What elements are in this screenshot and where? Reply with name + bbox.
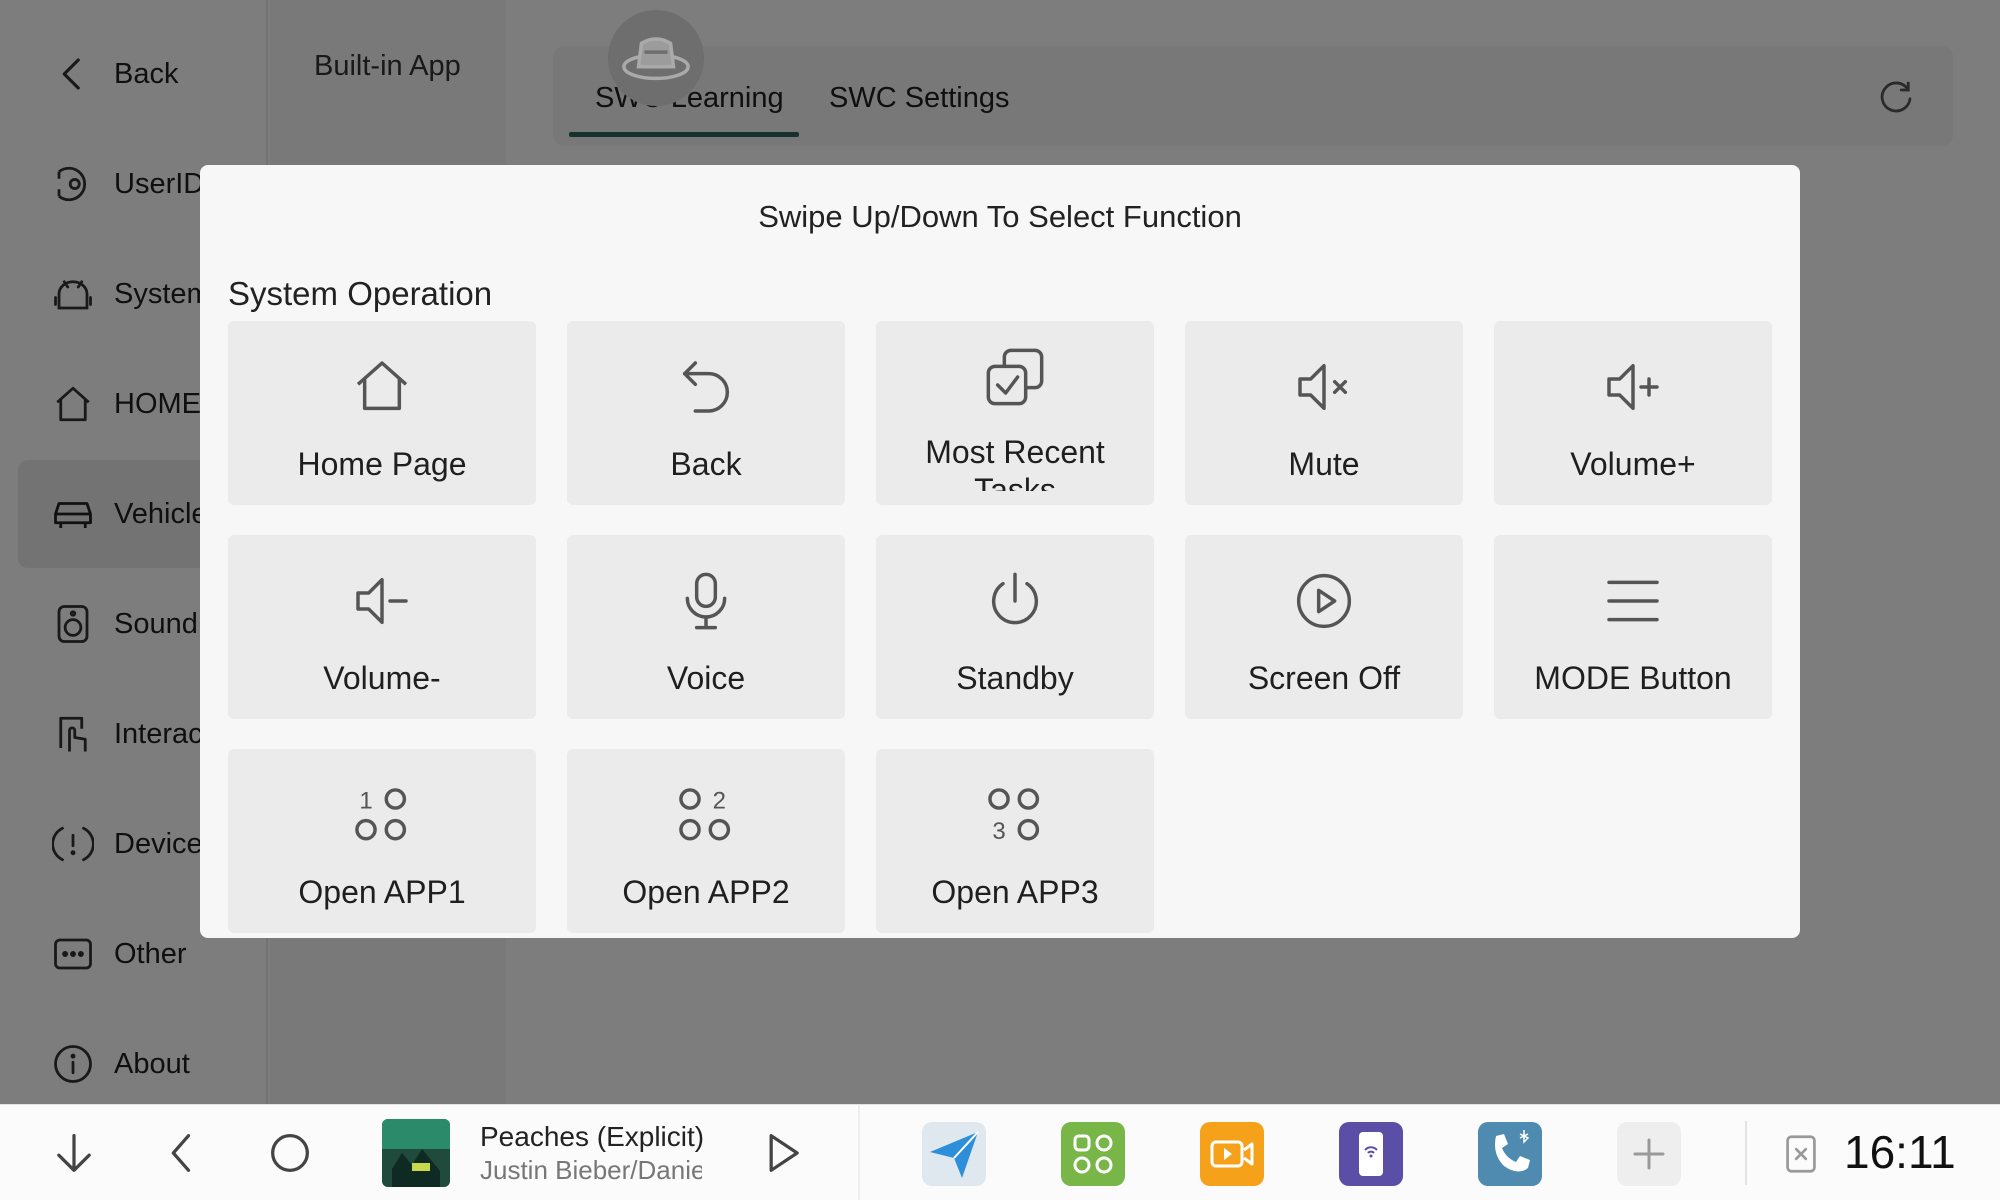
nav-home-icon[interactable]	[264, 1127, 316, 1179]
navigation-app-icon	[922, 1122, 986, 1186]
function-label: Open APP2	[622, 874, 790, 910]
function-label: Open APP3	[931, 874, 1099, 910]
function-mute[interactable]: Mute	[1185, 321, 1463, 505]
track-artist: Justin Bieber/Daniel Caesar/Giveon	[480, 1155, 702, 1185]
track-title: Peaches (Explicit)	[480, 1121, 705, 1152]
navigation-app[interactable]	[922, 1122, 986, 1186]
function-volume-down[interactable]: Volume-	[228, 535, 536, 719]
function-label: MODE Button	[1534, 660, 1732, 696]
add-app[interactable]	[1617, 1122, 1681, 1186]
phone-mirror-app-icon	[1339, 1122, 1403, 1186]
undo-arrow-icon	[682, 361, 729, 413]
function-label: Volume+	[1570, 446, 1696, 482]
function-mode-button[interactable]: MODE Button	[1494, 535, 1772, 719]
app-grid-1-icon: 1	[355, 787, 407, 841]
section-title: System Operation	[228, 275, 493, 312]
bluetooth-phone-app[interactable]	[1478, 1122, 1542, 1186]
svg-text:3: 3	[992, 818, 1005, 845]
bluetooth-phone-app-icon	[1478, 1122, 1542, 1186]
function-back[interactable]: Back	[567, 321, 845, 505]
recent-tasks-icon	[986, 348, 1044, 406]
menu-icon	[1607, 580, 1659, 622]
home-icon	[356, 361, 408, 411]
play-circle-icon	[1296, 573, 1352, 629]
phone-mirror-app[interactable]	[1339, 1122, 1403, 1186]
taskbar-divider	[1745, 1121, 1747, 1185]
apps-grid-app[interactable]	[1061, 1122, 1125, 1186]
volume-up-icon	[1607, 363, 1659, 411]
app-grid-3-icon: 3	[988, 788, 1040, 845]
function-open-app3[interactable]: 3 Open APP3	[876, 749, 1154, 933]
volume-down-icon	[356, 577, 408, 625]
function-label: Back	[670, 446, 742, 482]
mute-icon	[1298, 363, 1348, 411]
dialog-title: Swipe Up/Down To Select Function	[758, 199, 1242, 234]
apps-grid-app-icon	[1061, 1122, 1125, 1186]
function-label: Home Page	[297, 446, 467, 482]
function-screen-off[interactable]: Screen Off	[1185, 535, 1463, 719]
function-voice[interactable]: Voice	[567, 535, 845, 719]
function-volume-up[interactable]: Volume+	[1494, 321, 1772, 505]
function-open-app2[interactable]: 2 Open APP2	[567, 749, 845, 933]
function-label: Voice	[666, 660, 746, 696]
function-standby[interactable]: Standby	[876, 535, 1154, 719]
function-most-recent-tasks[interactable]: Most Recent Tasks	[876, 321, 1154, 505]
system-taskbar: Peaches (Explicit) Justin Bieber/Daniel …	[0, 1104, 2000, 1200]
power-icon	[992, 572, 1038, 625]
arrow-down-icon[interactable]	[48, 1127, 100, 1179]
music-panel-divider	[858, 1105, 860, 1200]
close-all-icon[interactable]	[1778, 1131, 1824, 1177]
car-front-icon	[622, 37, 690, 81]
video-app[interactable]	[1200, 1122, 1264, 1186]
video-app-icon	[1200, 1122, 1264, 1186]
function-open-app1[interactable]: 1 Open APP1	[228, 749, 536, 933]
function-home-page[interactable]: Home Page	[228, 321, 536, 505]
function-label: Standby	[956, 660, 1074, 696]
clock: 16:11	[1844, 1126, 1956, 1178]
svg-text:1: 1	[359, 787, 372, 814]
function-label: Volume-	[323, 660, 441, 696]
function-label: Most Recent Tasks	[925, 434, 1105, 491]
function-label: Mute	[1288, 446, 1360, 482]
svg-text:2: 2	[713, 787, 726, 814]
function-select-dialog: Swipe Up/Down To Select Function System …	[200, 165, 1800, 938]
microphone-icon	[685, 572, 727, 630]
album-art[interactable]	[382, 1119, 450, 1187]
app-grid-2-icon: 2	[679, 787, 731, 841]
album-art-image	[382, 1119, 450, 1187]
nav-back-icon[interactable]	[156, 1127, 208, 1179]
add-app-icon	[1617, 1122, 1681, 1186]
car-badge	[608, 10, 704, 106]
function-label: Screen Off	[1247, 660, 1401, 696]
function-label: Open APP1	[298, 874, 466, 910]
play-icon[interactable]	[756, 1127, 808, 1179]
